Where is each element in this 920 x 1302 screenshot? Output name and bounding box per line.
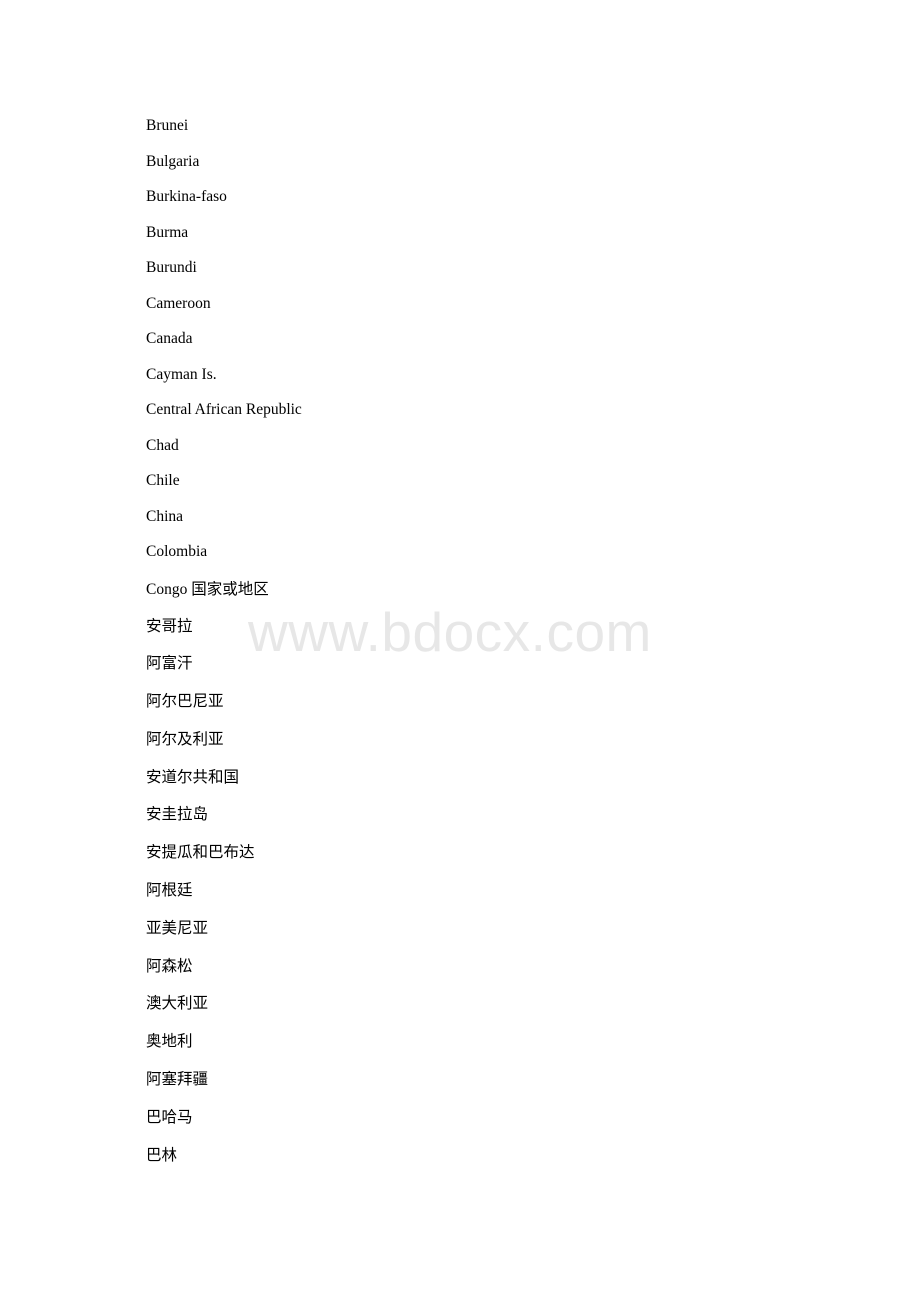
country-entry: Cayman Is.	[146, 365, 217, 383]
country-entry: 奥地利	[146, 1032, 193, 1051]
country-entry-cjk-run: 国家或地区	[191, 579, 269, 598]
country-entry: Burundi	[146, 259, 197, 276]
country-entry-latin-run: Congo	[146, 580, 192, 598]
country-entry: 亚美尼亚	[146, 918, 209, 937]
country-entry: Colombia	[146, 543, 208, 560]
country-entry: 阿尔及利亚	[146, 729, 224, 748]
country-entry: 阿根廷	[146, 881, 193, 900]
document-body: Brunei Bulgaria Burkina-faso Burma Burundi Ca…	[146, 108, 846, 1174]
country-entry: China	[146, 507, 184, 525]
country-entry: 巴哈马	[146, 1107, 193, 1126]
country-entry: Central African Republic	[146, 401, 302, 418]
country-entry: Bulgaria	[146, 152, 200, 170]
country-entry: 澳大利亚	[146, 994, 209, 1013]
country-entry: 阿塞拜疆	[146, 1070, 209, 1089]
country-entry: Chad	[146, 436, 179, 454]
country-entry: 阿富汗	[146, 654, 193, 673]
country-entry: Burkina-faso	[146, 188, 227, 205]
country-entry: Canada	[146, 330, 193, 347]
country-entry: 安道尔共和国	[146, 767, 240, 786]
country-entry: Burma	[146, 223, 189, 241]
country-entry: Cameroon	[146, 294, 211, 312]
country-entry: 巴林	[146, 1145, 178, 1164]
country-entry: 安提瓜和巴布达	[146, 843, 255, 862]
document-page: www.bdocx.com Brunei Bulgaria Burkina-faso…	[0, 0, 920, 1302]
country-entry: 安哥拉	[146, 616, 193, 635]
country-entry: Congo 国家或地区	[146, 570, 846, 608]
country-entry: Brunei	[146, 117, 189, 134]
country-entry: Chile	[146, 472, 180, 489]
country-entry: 阿尔巴尼亚	[146, 692, 224, 711]
country-entry: 安圭拉岛	[146, 805, 209, 824]
country-entry: 阿森松	[146, 956, 193, 975]
